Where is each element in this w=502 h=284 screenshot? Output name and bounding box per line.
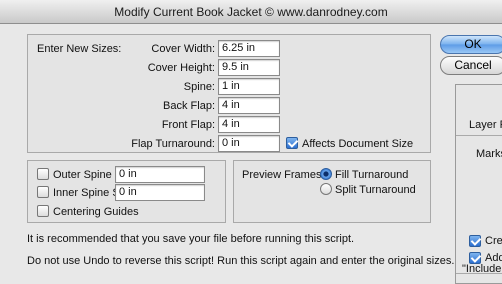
centering-guides-checkbox[interactable] xyxy=(37,205,49,217)
divider xyxy=(456,135,502,136)
cover-height-input[interactable]: 9.5 in xyxy=(218,59,280,76)
undo-note: Do not use Undo to reverse this script! … xyxy=(27,255,455,267)
split-turnaround-radio[interactable] xyxy=(320,183,332,195)
cover-height-label: Cover Height: xyxy=(147,62,215,74)
affects-document-size-checkbox[interactable] xyxy=(286,137,298,149)
ok-button[interactable]: OK xyxy=(440,35,502,54)
save-note: It is recommended that you save your fil… xyxy=(27,233,355,245)
cover-width-input[interactable]: 6.25 in xyxy=(218,40,280,57)
create-label: Crea xyxy=(485,235,502,247)
inner-spine-safety-input[interactable]: 0 in xyxy=(115,184,205,201)
background-window: Layer Pr Marks Crea Add xyxy=(455,84,502,284)
back-flap-label: Back Flap: xyxy=(163,100,215,112)
outer-spine-safety-input[interactable]: 0 in xyxy=(115,166,205,183)
create-checkbox[interactable] xyxy=(469,235,481,247)
fill-turnaround-label: Fill Turnaround xyxy=(335,169,409,181)
preview-frames-label: Preview Frames: xyxy=(242,169,325,181)
back-flap-input[interactable]: 4 in xyxy=(218,97,280,114)
cover-width-label: Cover Width: xyxy=(151,43,215,55)
split-turnaround-label: Split Turnaround xyxy=(335,184,416,196)
fill-turnaround-radio[interactable] xyxy=(320,168,332,180)
flap-turnaround-input[interactable]: 0 in xyxy=(218,135,280,152)
outer-spine-safety-checkbox[interactable] xyxy=(37,168,49,180)
inner-spine-safety-checkbox[interactable] xyxy=(37,186,49,198)
spine-input[interactable]: 1 in xyxy=(218,78,280,95)
front-flap-label: Front Flap: xyxy=(161,119,215,131)
front-flap-input[interactable]: 4 in xyxy=(218,116,280,133)
cancel-button[interactable]: Cancel xyxy=(440,56,502,75)
include-label: "Include xyxy=(462,263,502,275)
centering-guides-label: Centering Guides xyxy=(53,206,139,218)
spine-label: Spine: xyxy=(183,81,215,93)
window-title: Modify Current Book Jacket © www.danrodn… xyxy=(0,0,502,24)
affects-document-size-label: Affects Document Size xyxy=(302,138,414,150)
flap-turnaround-label: Flap Turnaround: xyxy=(131,138,215,150)
layer-properties-label: Layer Pr xyxy=(469,119,502,131)
sizes-heading: Enter New Sizes: xyxy=(37,43,122,55)
marks-label: Marks xyxy=(476,148,502,160)
